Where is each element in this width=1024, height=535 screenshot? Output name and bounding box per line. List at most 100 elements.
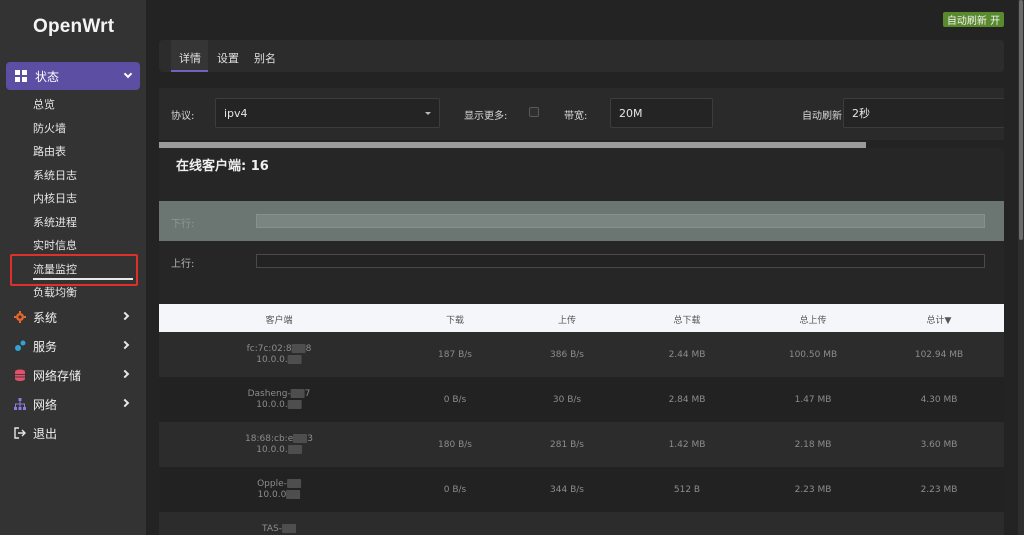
menu-status[interactable]: 状态 <box>6 62 140 90</box>
sub-item-overview[interactable]: 总览 <box>33 96 55 112</box>
sub-item-firewall[interactable]: 防火墙 <box>33 120 66 136</box>
sidebar: OpenWrt 状态 总览 防火墙 路由表 系统日志 内核日志 系统进程 实时信… <box>0 0 146 535</box>
client-name: TAS- <box>262 524 282 534</box>
menu-logout-label: 退出 <box>33 426 58 441</box>
highlight-annotation <box>10 254 138 286</box>
download-bar-row: 下行: <box>159 201 1004 241</box>
clients-table-header: 客户端 下载 上传 总下载 总上传 总计▼ <box>159 304 1004 332</box>
show-more-checkbox[interactable] <box>529 107 539 117</box>
client-cell: Dasheng- 7 10.0.0. <box>247 389 311 411</box>
cell-total-upload: 2.18 MB <box>794 440 832 450</box>
client-name: Dasheng- <box>247 389 291 399</box>
client-cell: TAS- <box>262 524 296 535</box>
cell-download: 0 B/s <box>443 485 467 495</box>
refresh-interval-value: 2秒 <box>852 107 870 120</box>
tabs-bar <box>159 40 1004 72</box>
redacted-block <box>290 389 305 398</box>
page-scrollbar[interactable] <box>1018 0 1024 535</box>
protocol-label: 协议: <box>171 111 195 122</box>
download-label: 下行: <box>171 219 195 230</box>
menu-services-label: 服务 <box>33 339 58 354</box>
chevron-right-icon <box>120 340 130 350</box>
cell-total: 2.23 MB <box>920 485 958 495</box>
cell-total: 4.30 MB <box>920 395 958 405</box>
protocol-select[interactable]: ipv4 <box>215 98 440 128</box>
menu-system-label: 系统 <box>33 310 58 325</box>
client-cell: 18:68:cb:e 3 10.0.0. <box>245 434 313 456</box>
chevron-down-icon <box>123 69 133 79</box>
gear-icon <box>14 311 26 323</box>
menu-status-label: 状态 <box>35 69 60 84</box>
cell-total: 3.60 MB <box>920 440 958 450</box>
sub-item-processes[interactable]: 系统进程 <box>33 214 77 230</box>
menu-nas[interactable]: 网络存储 <box>14 367 138 383</box>
client-ip: 10.0.0 <box>257 490 287 500</box>
cell-download: 0 B/s <box>443 395 467 405</box>
column-header-total-download[interactable]: 总下载 <box>673 313 700 326</box>
cell-upload: 344 B/s <box>550 485 584 495</box>
menu-services[interactable]: 服务 <box>14 338 138 354</box>
client-name: fc:7c:02:8 <box>246 344 292 354</box>
dashboard-icon <box>15 70 27 82</box>
bandwidth-input-value: 20M <box>619 106 643 120</box>
menu-nas-label: 网络存储 <box>33 368 82 383</box>
bandwidth-input[interactable]: 20M <box>610 98 713 128</box>
upload-bar-row: 上行: <box>159 241 1004 281</box>
cell-upload: 386 B/s <box>550 350 584 360</box>
redacted-block <box>287 445 302 454</box>
client-cell: Opple- 10.0.0 <box>257 479 301 501</box>
column-header-total-upload[interactable]: 总上传 <box>799 313 826 326</box>
redacted-block <box>281 524 296 533</box>
cell-total-upload: 2.23 MB <box>794 485 832 495</box>
cell-total: 102.94 MB <box>914 350 964 360</box>
redacted-block <box>293 434 308 443</box>
download-bar <box>256 214 985 228</box>
cell-upload: 281 B/s <box>550 440 584 450</box>
chevron-right-icon <box>120 311 130 321</box>
menu-system[interactable]: 系统 <box>14 309 138 325</box>
sub-item-realtime[interactable]: 实时信息 <box>33 237 77 253</box>
table-row: 18:68:cb:e 3 10.0.0. 180 B/s 281 B/s 1.42… <box>159 422 1004 467</box>
column-header-total[interactable]: 总计▼ <box>927 313 952 326</box>
column-header-download[interactable]: 下载 <box>446 313 464 326</box>
refresh-interval-label: 自动刷新 <box>802 111 842 122</box>
database-icon <box>15 369 25 381</box>
redacted-block <box>291 344 306 353</box>
column-header-upload[interactable]: 上传 <box>558 313 576 326</box>
table-row: Dasheng- 7 10.0.0. 0 B/s 30 B/s 2.84 MB 1… <box>159 377 1004 422</box>
redacted-block <box>286 479 301 488</box>
logout-icon <box>14 427 26 439</box>
online-clients-title: 在线客户端: 16 <box>176 159 269 174</box>
menu-network[interactable]: 网络 <box>14 396 138 412</box>
menu-logout[interactable]: 退出 <box>14 425 138 441</box>
redacted-block <box>287 355 302 364</box>
table-row: fc:7c:02:8 8 10.0.0. 187 B/s 386 B/s 2.44… <box>159 332 1004 377</box>
caret-down-icon <box>425 112 431 115</box>
client-ip: 10.0.0. <box>256 400 288 410</box>
client-name-suffix: 8 <box>305 344 312 354</box>
menu-network-label: 网络 <box>33 397 58 412</box>
tab-details[interactable]: 详情 <box>179 50 201 66</box>
cell-total-download: 2.44 MB <box>668 350 706 360</box>
refresh-interval-select[interactable]: 2秒 <box>843 98 1004 128</box>
sub-item-routes[interactable]: 路由表 <box>33 143 66 159</box>
scrollbar-thumb[interactable] <box>1019 0 1023 240</box>
tab-alias[interactable]: 别名 <box>254 50 276 66</box>
sub-item-kernel-log[interactable]: 内核日志 <box>33 190 77 206</box>
sub-item-load-balance[interactable]: 负载均衡 <box>33 284 77 300</box>
auto-refresh-toggle-button[interactable]: 自动刷新 开 <box>943 12 1004 27</box>
redacted-block <box>287 400 302 409</box>
cell-total-download: 512 B <box>673 485 701 495</box>
chevron-right-icon <box>120 398 130 408</box>
brand-logo[interactable]: OpenWrt <box>33 16 114 38</box>
client-name-suffix: 7 <box>304 389 311 399</box>
cell-download: 187 B/s <box>438 350 472 360</box>
client-ip: 10.0.0. <box>256 445 288 455</box>
tab-settings[interactable]: 设置 <box>217 50 239 66</box>
table-row: TAS- <box>159 512 1004 535</box>
column-header-client[interactable]: 客户端 <box>265 313 292 326</box>
cell-total-download: 1.42 MB <box>668 440 706 450</box>
services-icon <box>15 340 26 351</box>
sub-item-syslog[interactable]: 系统日志 <box>33 167 77 183</box>
client-ip: 10.0.0. <box>256 355 288 365</box>
